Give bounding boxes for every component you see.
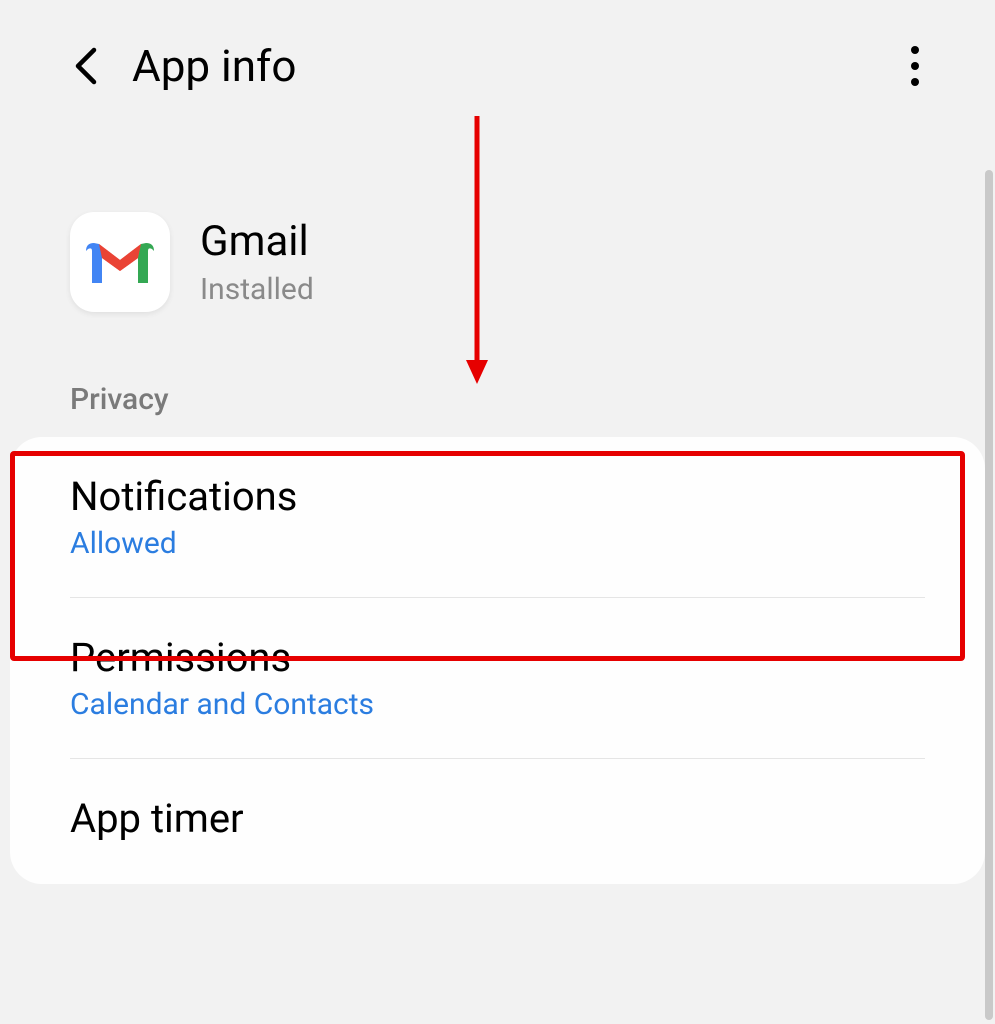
app-name: Gmail [200,217,314,266]
more-vertical-icon [911,46,919,54]
row-title: Permissions [70,634,925,681]
section-header-privacy: Privacy [0,352,995,437]
gmail-icon [86,237,154,287]
back-icon [72,46,100,86]
scrollbar[interactable] [985,170,993,1020]
privacy-card: Notifications Allowed Permissions Calend… [10,437,985,884]
app-status: Installed [200,272,314,307]
notifications-row[interactable]: Notifications Allowed [10,437,985,597]
app-timer-row[interactable]: App timer [10,759,985,884]
app-header: Gmail Installed [0,122,995,352]
row-title: Notifications [70,473,925,520]
header-left: App info [70,40,296,92]
row-subtitle: Allowed [70,526,925,561]
back-button[interactable] [70,50,102,82]
app-info: Gmail Installed [200,217,314,307]
row-subtitle: Calendar and Contacts [70,687,925,722]
permissions-row[interactable]: Permissions Calendar and Contacts [10,598,985,758]
header-bar: App info [0,0,995,122]
more-options-button[interactable] [895,46,935,86]
page-title: App info [132,40,296,92]
app-icon[interactable] [70,212,170,312]
row-title: App timer [70,795,925,842]
